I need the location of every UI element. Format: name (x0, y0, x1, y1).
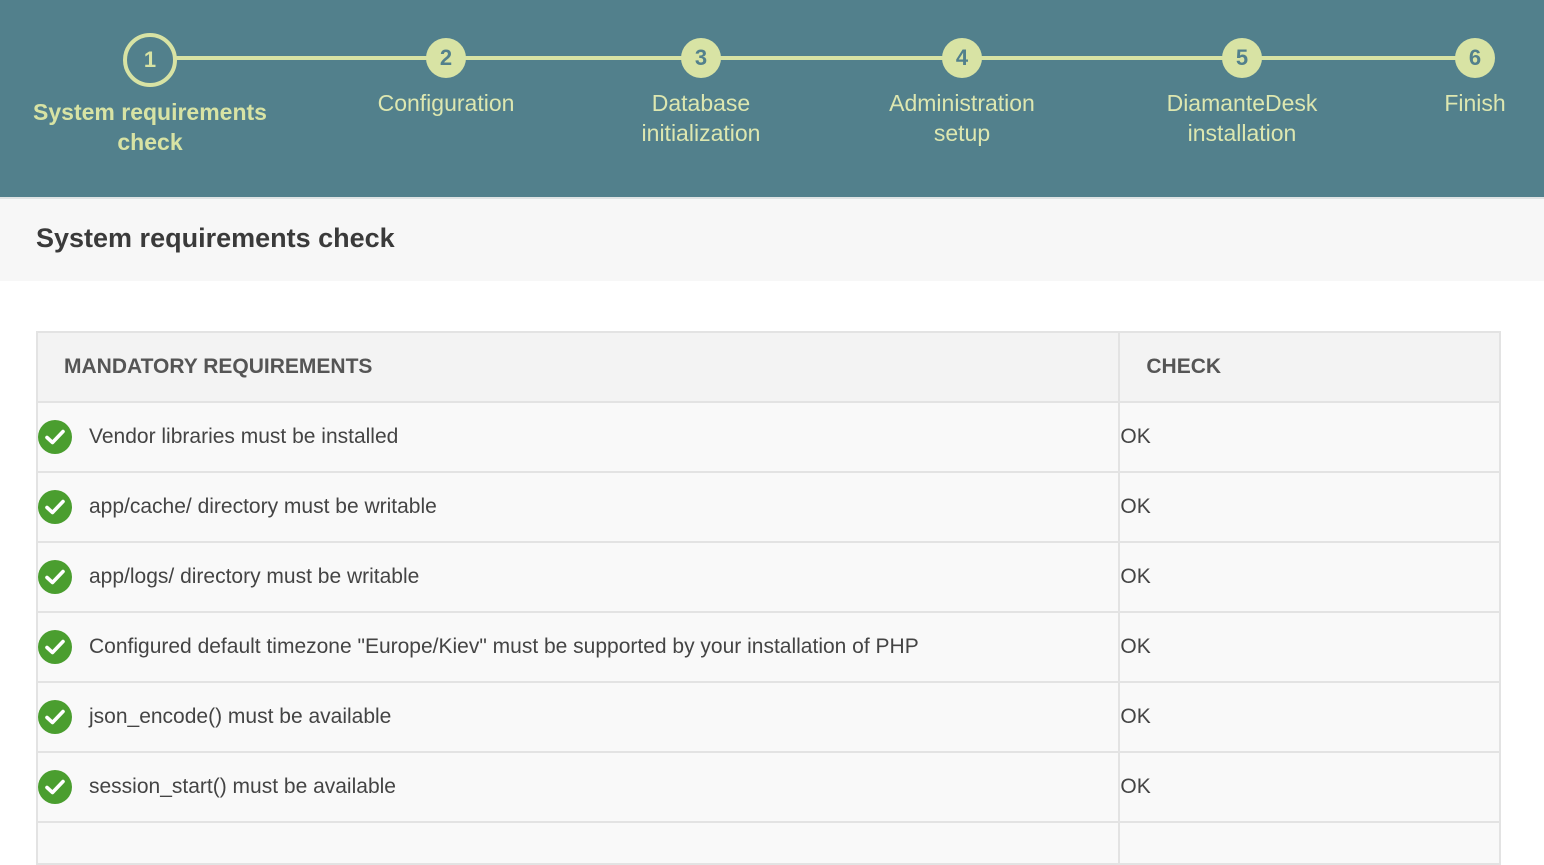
requirement-cell: app/cache/ directory must be writable (35, 471, 1121, 543)
page-header: System requirements check (0, 199, 1544, 281)
page-title: System requirements check (36, 223, 395, 253)
step-label: Database initialization (641, 90, 761, 146)
requirements-table: MANDATORY REQUIREMENTS CHECK Vendor libr… (35, 331, 1501, 865)
requirement-text: app/cache/ directory must be writable (89, 495, 437, 518)
step-number-badge: 1 (123, 33, 177, 87)
requirement-cell (35, 821, 1121, 865)
check-status: OK (1118, 401, 1501, 473)
check-circle-icon (38, 490, 72, 524)
table-row: json_encode() must be available OK (35, 681, 1501, 753)
step-label: System requirements check (33, 99, 267, 155)
requirement-cell: Vendor libraries must be installed (35, 401, 1121, 473)
progress-line (150, 56, 1475, 60)
column-header-check: CHECK (1118, 331, 1501, 403)
check-status: OK (1118, 611, 1501, 683)
step-label: Finish (1444, 90, 1506, 116)
requirement-text: json_encode() must be available (89, 705, 392, 728)
requirement-text: Vendor libraries must be installed (89, 425, 399, 448)
check-circle-icon (38, 770, 72, 804)
requirement-text: session_start() must be available (89, 775, 396, 798)
table-row: Vendor libraries must be installed OK (35, 401, 1501, 473)
check-circle-icon (38, 630, 72, 664)
table-row: Configured default timezone "Europe/Kiev… (35, 611, 1501, 683)
check-circle-icon (38, 700, 72, 734)
step-number-badge: 3 (681, 38, 721, 78)
check-status: OK (1118, 541, 1501, 613)
install-wizard-progress: 1 System requirements check 2 Configurat… (0, 0, 1544, 199)
requirement-cell: app/logs/ directory must be writable (35, 541, 1121, 613)
step-label: Administration setup (889, 90, 1035, 146)
table-row: app/cache/ directory must be writable OK (35, 471, 1501, 543)
requirement-cell: Configured default timezone "Europe/Kiev… (35, 611, 1121, 683)
table-row (35, 821, 1501, 865)
table-row: session_start() must be available OK (35, 751, 1501, 823)
step-number-badge: 4 (942, 38, 982, 78)
step-number-badge: 6 (1455, 38, 1495, 78)
requirement-text: app/logs/ directory must be writable (89, 565, 420, 588)
step-number-badge: 2 (426, 38, 466, 78)
check-status (1118, 821, 1501, 865)
check-circle-icon (38, 420, 72, 454)
check-status: OK (1118, 751, 1501, 823)
column-header-requirements: MANDATORY REQUIREMENTS (35, 331, 1121, 403)
requirement-cell: session_start() must be available (35, 751, 1121, 823)
check-status: OK (1118, 471, 1501, 543)
step-label: DiamanteDesk installation (1166, 90, 1318, 146)
requirement-text: Configured default timezone "Europe/Kiev… (89, 635, 919, 658)
table-row: app/logs/ directory must be writable OK (35, 541, 1501, 613)
step-number-badge: 5 (1222, 38, 1262, 78)
check-circle-icon (38, 560, 72, 594)
step-label: Configuration (377, 90, 515, 116)
check-status: OK (1118, 681, 1501, 753)
table-header-row: MANDATORY REQUIREMENTS CHECK (35, 331, 1501, 403)
requirement-cell: json_encode() must be available (35, 681, 1121, 753)
